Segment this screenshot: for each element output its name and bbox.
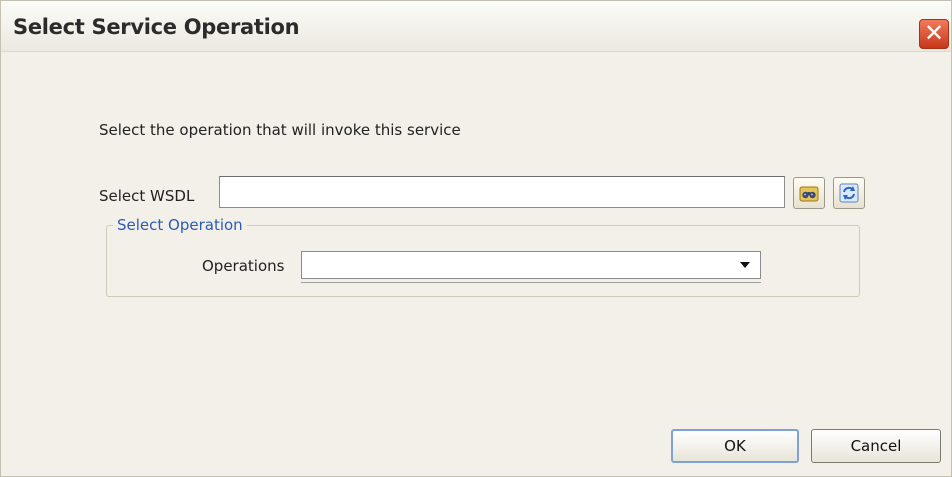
operations-label: Operations: [202, 257, 285, 275]
select-wsdl-label: Select WSDL: [99, 187, 195, 205]
instruction-text: Select the operation that will invoke th…: [99, 121, 461, 139]
title-bar[interactable]: Select Service Operation ✕: [1, 1, 951, 52]
chevron-down-icon: [740, 262, 750, 268]
ok-button[interactable]: OK: [671, 429, 799, 463]
select-service-operation-dialog: Select Service Operation ✕ Select the op…: [0, 0, 952, 477]
close-icon: ✕: [923, 19, 945, 47]
close-button[interactable]: ✕: [919, 19, 949, 49]
binoculars-icon: [799, 186, 819, 202]
browse-wsdl-button[interactable]: [793, 177, 825, 209]
refresh-icon: [839, 183, 859, 203]
select-operation-legend: Select Operation: [113, 216, 247, 234]
operations-divider: [301, 282, 761, 283]
cancel-button[interactable]: Cancel: [811, 429, 941, 463]
operations-dropdown[interactable]: [301, 251, 761, 279]
wsdl-input[interactable]: [219, 176, 785, 208]
dialog-title: Select Service Operation: [13, 15, 300, 39]
refresh-wsdl-button[interactable]: [833, 177, 865, 209]
